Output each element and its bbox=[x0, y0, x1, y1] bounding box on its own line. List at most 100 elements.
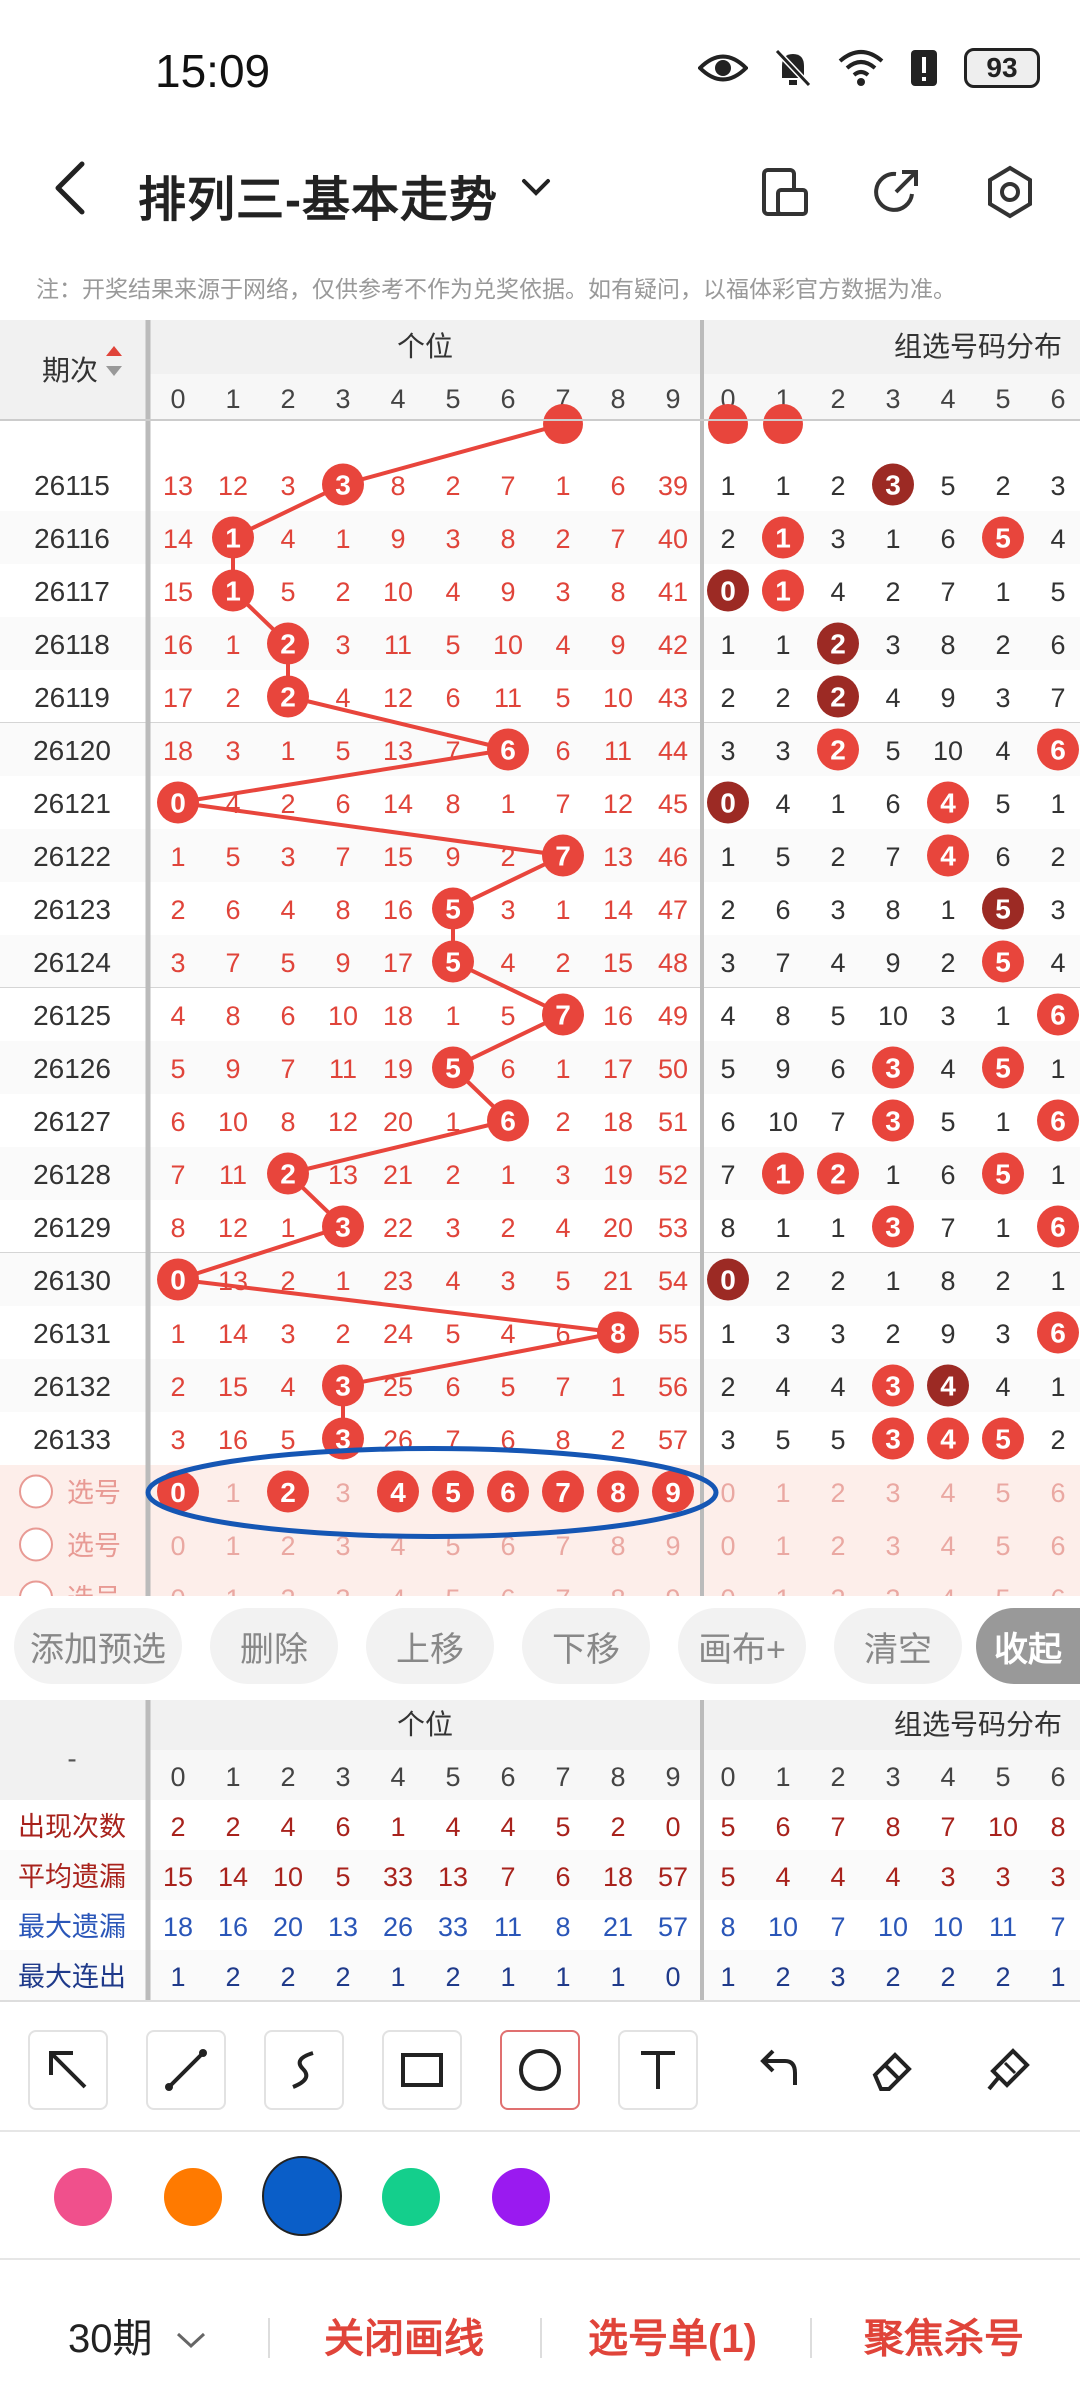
add-preselect-button[interactable]: 添加预选 bbox=[14, 1608, 182, 1684]
select-digit[interactable]: 6 bbox=[500, 1584, 515, 1596]
brush-icon[interactable] bbox=[968, 2030, 1048, 2110]
table-row[interactable]: 26129 8 12 1 22 3 2 4 20 53 8 1 1 7 1 bbox=[0, 1200, 1080, 1254]
select-digit[interactable]: 4 bbox=[390, 1584, 405, 1596]
table-row[interactable]: 26126 5 9 7 11 19 6 1 17 50 5 9 6 4 1 bbox=[0, 1041, 1080, 1094]
select-group-digit[interactable]: 5 bbox=[995, 1478, 1010, 1508]
select-group-digit[interactable]: 1 bbox=[775, 1584, 790, 1596]
select-digit[interactable]: 8 bbox=[610, 1584, 625, 1596]
select-row[interactable]: 选号01234567890123456 bbox=[0, 1518, 1080, 1571]
collapse-button[interactable]: 收起 bbox=[976, 1608, 1080, 1684]
table-row[interactable]: 26119 17 2 4 12 6 11 5 10 43 2 2 4 9 3 7 bbox=[0, 670, 1080, 724]
table-row[interactable]: 26131 1 14 3 2 24 5 4 6 55 1 3 3 2 9 3 bbox=[0, 1306, 1080, 1359]
ticket-list-button[interactable]: 选号单(1) bbox=[588, 2306, 757, 2364]
select-digit[interactable]: 3 bbox=[335, 1584, 350, 1596]
select-digit[interactable]: 7 bbox=[555, 1531, 570, 1561]
period-selector[interactable]: 30期 bbox=[68, 2306, 208, 2364]
select-digit[interactable]: 0 bbox=[170, 1584, 185, 1596]
select-group-digit[interactable]: 3 bbox=[885, 1478, 900, 1508]
select-digit[interactable]: 2 bbox=[280, 1531, 295, 1561]
color-swatch-purple[interactable] bbox=[492, 2168, 550, 2226]
select-group-digit[interactable]: 5 bbox=[995, 1584, 1010, 1596]
move-up-button[interactable]: 上移 bbox=[366, 1608, 494, 1684]
select-digit[interactable]: 9 bbox=[665, 1584, 680, 1596]
select-row[interactable]: 选号01234567890123456 bbox=[0, 1571, 1080, 1596]
select-digit[interactable]: 9 bbox=[665, 1531, 680, 1561]
text-tool-icon[interactable] bbox=[618, 2030, 698, 2110]
table-row[interactable]: 26116 14 4 1 9 3 8 2 7 40 2 3 1 6 4 bbox=[0, 511, 1080, 564]
select-digit[interactable]: 1 bbox=[225, 1531, 240, 1561]
focus-kill-button[interactable]: 聚焦杀号 bbox=[864, 2306, 1024, 2364]
table-row[interactable]: 26115 13 12 3 8 2 7 1 6 39 1 1 2 5 2 3 bbox=[0, 458, 1080, 511]
clear-button[interactable]: 清空 bbox=[834, 1608, 962, 1684]
table-row[interactable]: 26118 16 1 3 11 5 10 4 9 42 1 1 3 8 2 6 bbox=[0, 617, 1080, 670]
select-group-digit[interactable]: 5 bbox=[995, 1531, 1010, 1561]
select-digit[interactable]: 1 bbox=[225, 1478, 240, 1508]
select-group-digit[interactable]: 0 bbox=[720, 1531, 735, 1561]
period-header[interactable]: 期次 bbox=[42, 355, 98, 386]
select-digit[interactable]: 2 bbox=[280, 1584, 295, 1596]
select-digit[interactable]: 3 bbox=[335, 1478, 350, 1508]
select-group-digit[interactable]: 2 bbox=[830, 1478, 845, 1508]
page-title[interactable]: 排列三-基本走势 bbox=[138, 160, 498, 230]
table-row[interactable]: 26128 7 11 13 21 2 1 3 19 52 7 1 6 1 bbox=[0, 1147, 1080, 1200]
canvas-plus-button[interactable]: 画布+ bbox=[678, 1608, 806, 1684]
stats-unit-cell: 26 bbox=[383, 1912, 413, 1942]
rectangle-tool-icon[interactable] bbox=[382, 2030, 462, 2110]
trend-chart-svg[interactable]: 期次个位 组选号码分布0 1 2 3 4 5 6 7 8 9 0 1 2 3 4 5 626115 13 12 3 8 2 7… bbox=[0, 320, 1080, 1596]
stats-unit-cell: 18 bbox=[163, 1912, 193, 1942]
select-group-digit[interactable]: 6 bbox=[1050, 1584, 1065, 1596]
select-group-digit[interactable]: 2 bbox=[830, 1531, 845, 1561]
trend-chart[interactable]: 期次 个位 组选号码分布 0 1 2 3 4 5 6 7 8 9 0 1 2 3 4 5 6 26115 13 12 3 8 2 7… bbox=[0, 320, 1080, 1596]
table-row[interactable]: 26117 15 5 2 10 4 9 3 8 41 4 2 7 1 5 bbox=[0, 564, 1080, 617]
table-row[interactable]: 26127 6 10 8 12 20 1 2 18 51 6 10 7 5 1 bbox=[0, 1094, 1080, 1147]
period-cell: 26125 bbox=[33, 1000, 111, 1031]
line-tool-icon[interactable] bbox=[146, 2030, 226, 2110]
settings-icon[interactable] bbox=[982, 164, 1038, 220]
select-digit[interactable]: 7 bbox=[555, 1584, 570, 1596]
select-group-digit[interactable]: 2 bbox=[830, 1584, 845, 1596]
select-digit[interactable]: 8 bbox=[610, 1531, 625, 1561]
table-row[interactable]: 26122 1 5 3 7 15 9 2 13 46 1 5 2 7 6 2 bbox=[0, 829, 1080, 882]
select-group-digit[interactable]: 6 bbox=[1050, 1478, 1065, 1508]
select-radio[interactable] bbox=[19, 1527, 53, 1562]
period-cell: 26127 bbox=[33, 1106, 111, 1137]
arrow-tool-icon[interactable] bbox=[28, 2030, 108, 2110]
move-down-button[interactable]: 下移 bbox=[522, 1608, 650, 1684]
select-group-digit[interactable]: 4 bbox=[940, 1531, 955, 1561]
select-group-digit[interactable]: 4 bbox=[940, 1478, 955, 1508]
select-group-digit[interactable]: 1 bbox=[775, 1478, 790, 1508]
eraser-icon[interactable] bbox=[852, 2030, 932, 2110]
chevron-down-icon[interactable] bbox=[520, 175, 552, 199]
table-row[interactable]: 26125 4 8 6 10 18 1 5 16 49 4 8 5 10 3 1 bbox=[0, 988, 1080, 1041]
select-group-digit[interactable]: 3 bbox=[885, 1531, 900, 1561]
table-row[interactable]: 26124 3 7 5 9 17 4 2 15 48 3 7 4 9 2 4 bbox=[0, 935, 1080, 989]
table-row[interactable]: 26120 18 3 1 5 13 7 6 11 44 3 3 5 10 4 bbox=[0, 723, 1080, 776]
select-group-digit[interactable]: 4 bbox=[940, 1584, 955, 1596]
select-group-digit[interactable]: 1 bbox=[775, 1531, 790, 1561]
select-group-digit[interactable]: 0 bbox=[720, 1584, 735, 1596]
color-swatch-green[interactable] bbox=[382, 2168, 440, 2226]
color-swatch-blue-selected[interactable] bbox=[262, 2156, 342, 2236]
close-drawing-button[interactable]: 关闭画线 bbox=[324, 2306, 484, 2364]
select-digit[interactable]: 5 bbox=[445, 1584, 460, 1596]
delete-button[interactable]: 删除 bbox=[210, 1608, 338, 1684]
table-row[interactable]: 26133 3 16 5 26 7 6 8 2 57 3 5 5 2 bbox=[0, 1412, 1080, 1465]
color-swatch-orange[interactable] bbox=[164, 2168, 222, 2226]
share-icon[interactable] bbox=[868, 164, 924, 220]
select-digit[interactable]: 0 bbox=[170, 1531, 185, 1561]
select-digit[interactable]: 1 bbox=[225, 1584, 240, 1596]
select-group-digit[interactable]: 0 bbox=[720, 1478, 735, 1508]
table-row[interactable]: 26132 2 15 4 25 6 5 7 1 56 2 4 4 4 1 bbox=[0, 1359, 1080, 1412]
layout-icon[interactable] bbox=[756, 164, 812, 220]
select-group-digit[interactable]: 3 bbox=[885, 1584, 900, 1596]
curve-tool-icon[interactable] bbox=[264, 2030, 344, 2110]
select-group-digit[interactable]: 6 bbox=[1050, 1531, 1065, 1561]
table-row[interactable]: 26123 2 6 4 8 16 3 1 14 47 2 6 3 8 1 3 bbox=[0, 882, 1080, 935]
period-cell: 26122 bbox=[33, 841, 111, 872]
circle-tool-icon[interactable] bbox=[500, 2030, 580, 2110]
select-radio[interactable] bbox=[19, 1474, 53, 1509]
undo-icon[interactable] bbox=[736, 2030, 816, 2110]
color-swatch-pink[interactable] bbox=[54, 2168, 112, 2226]
back-arrow-icon[interactable] bbox=[50, 158, 90, 218]
select-row[interactable]: 选号01234567890123456 bbox=[0, 1465, 1080, 1518]
